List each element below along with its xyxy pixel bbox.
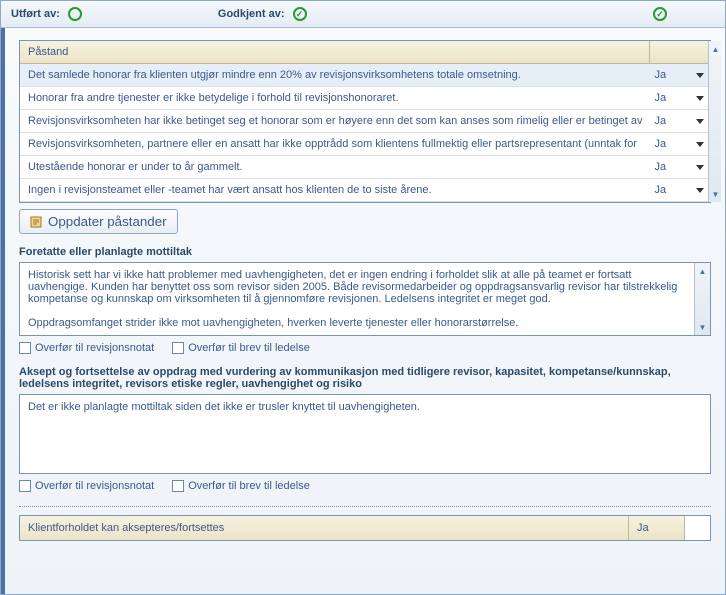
table-row[interactable]: Utestående honorar er under to år gammel… — [20, 156, 708, 179]
checkbox-icon — [19, 480, 31, 492]
transfer-note-label: Overfør til revisjonsnotat — [35, 342, 154, 354]
answer-value: Ja — [654, 184, 666, 196]
update-statements-label: Oppdater påstander — [48, 214, 167, 229]
answer-value: Ja — [654, 115, 666, 127]
approved-status-icon-2 — [653, 7, 667, 21]
approved-by-label: Godkjent av: — [218, 8, 285, 20]
section2-textarea[interactable]: Det er ikke planlagte mottiltak siden de… — [20, 395, 710, 473]
section1-textarea[interactable]: Historisk sett har vi ikke hatt probleme… — [20, 263, 694, 335]
table-row[interactable]: Honorar fra andre tjenester er ikke bety… — [20, 87, 708, 110]
divider — [19, 506, 711, 507]
statement-cell: Det samlede honorar fra klienten utgjør … — [20, 64, 650, 86]
scroll-down-icon[interactable]: ▼ — [709, 188, 721, 200]
scroll-up-icon[interactable]: ▲ — [697, 265, 709, 277]
answer-dropdown[interactable]: Ja — [650, 110, 708, 132]
answer-value: Ja — [654, 161, 666, 173]
update-statements-button[interactable]: Oppdater påstander — [19, 209, 178, 234]
statement-cell: Revisjonsvirksomheten har ikke betinget … — [20, 110, 650, 132]
chevron-down-icon — [696, 188, 704, 193]
transfer-note-label-2: Overfør til revisjonsnotat — [35, 480, 154, 492]
col-header-answer — [650, 41, 708, 63]
table-row[interactable]: Revisjonsvirksomheten har ikke betinget … — [20, 110, 708, 133]
chevron-down-icon — [696, 73, 704, 78]
answer-dropdown[interactable]: Ja — [650, 87, 708, 109]
transfer-note-checkbox[interactable]: Overfør til revisjonsnotat — [19, 342, 154, 354]
chevron-down-icon — [696, 119, 704, 124]
statement-cell: Revisjonsvirksomheten, partnere eller en… — [20, 133, 650, 155]
scroll-up-icon[interactable]: ▲ — [709, 43, 721, 55]
content-area: Påstand Det samlede honorar fra klienten… — [1, 28, 725, 594]
statements-table: Påstand Det samlede honorar fra klienten… — [19, 40, 711, 203]
statement-cell: Honorar fra andre tjenester er ikke bety… — [20, 87, 650, 109]
checkbox-icon — [19, 342, 31, 354]
section1-scrollbar[interactable]: ▲ ▼ — [694, 263, 710, 335]
checkbox-icon — [172, 342, 184, 354]
scroll-down-icon[interactable]: ▼ — [697, 321, 709, 333]
table-row[interactable]: Revisjonsvirksomheten, partnere eller en… — [20, 133, 708, 156]
topbar: Utført av: Godkjent av: — [1, 1, 725, 28]
table-row[interactable]: Det samlede honorar fra klienten utgjør … — [20, 64, 708, 87]
answer-dropdown[interactable]: Ja — [650, 64, 708, 86]
answer-value: Ja — [654, 69, 666, 81]
answer-value: Ja — [654, 92, 666, 104]
chevron-down-icon — [696, 96, 704, 101]
table-scrollbar[interactable]: ▲ ▼ — [708, 41, 721, 202]
table-header: Påstand — [20, 41, 708, 64]
refresh-icon — [30, 216, 42, 228]
footer-answer-dropdown[interactable]: Ja — [628, 516, 684, 540]
transfer-note-checkbox-2[interactable]: Overfør til revisjonsnotat — [19, 480, 154, 492]
checkbox-icon — [172, 480, 184, 492]
statement-cell: Utestående honorar er under to år gammel… — [20, 156, 650, 178]
section1-title: Foretatte eller planlagte mottiltak — [19, 246, 711, 258]
transfer-letter-label: Overfør til brev til ledelse — [188, 342, 310, 354]
footer-label: Klientforholdet kan aksepteres/fortsette… — [20, 516, 628, 540]
performed-status-icon — [68, 7, 82, 21]
answer-dropdown[interactable]: Ja — [650, 179, 708, 201]
statement-cell: Ingen i revisjonsteamet eller -teamet ha… — [20, 179, 650, 201]
chevron-down-icon — [696, 165, 704, 170]
answer-dropdown[interactable]: Ja — [650, 156, 708, 178]
section2-textarea-wrap: Det er ikke planlagte mottiltak siden de… — [19, 394, 711, 474]
approved-status-icon — [293, 7, 307, 21]
footer-row: Klientforholdet kan aksepteres/fortsette… — [19, 515, 711, 541]
transfer-letter-label-2: Overfør til brev til ledelse — [188, 480, 310, 492]
performed-by-label: Utført av: — [11, 8, 60, 20]
col-header-statement: Påstand — [20, 41, 650, 63]
table-row[interactable]: Ingen i revisjonsteamet eller -teamet ha… — [20, 179, 708, 202]
answer-dropdown[interactable]: Ja — [650, 133, 708, 155]
section2-title: Aksept og fortsettelse av oppdrag med vu… — [19, 366, 711, 390]
section1-textarea-wrap: Historisk sett har vi ikke hatt probleme… — [19, 262, 711, 336]
transfer-letter-checkbox[interactable]: Overfør til brev til ledelse — [172, 342, 310, 354]
footer-empty-cell — [684, 516, 710, 540]
transfer-letter-checkbox-2[interactable]: Overfør til brev til ledelse — [172, 480, 310, 492]
answer-value: Ja — [654, 138, 666, 150]
chevron-down-icon — [696, 142, 704, 147]
